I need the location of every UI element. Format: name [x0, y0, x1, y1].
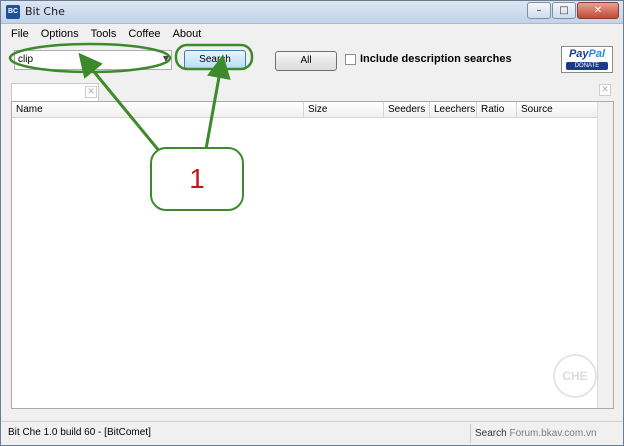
close-all-tabs-icon[interactable]: ✕	[599, 84, 611, 96]
column-name[interactable]: Name	[12, 102, 304, 118]
include-description-checkbox[interactable]	[345, 53, 356, 65]
bitche-watermark-logo: CHE	[553, 354, 597, 398]
bitche-app-icon: BC	[6, 5, 20, 19]
search-toolbar: clip ▼ Search All Include description se…	[1, 43, 623, 77]
results-table[interactable]: Name Size Seeders Leechers Ratio Source	[11, 101, 614, 409]
column-size[interactable]: Size	[304, 102, 384, 118]
menu-about[interactable]: About	[167, 28, 208, 40]
menu-file[interactable]: File	[5, 28, 35, 40]
paypal-logo: PayPal	[568, 48, 606, 60]
menu-options[interactable]: Options	[35, 28, 85, 40]
close-button[interactable]: ✕	[577, 2, 619, 19]
results-tab[interactable]: ✕	[11, 83, 99, 101]
window-controls: – □ ✕	[526, 2, 619, 19]
column-source[interactable]: Source	[517, 102, 598, 118]
results-tab-strip: ✕ ✕	[11, 83, 614, 101]
menu-bar: File Options Tools Coffee About	[1, 24, 623, 43]
window-title: Bit Che	[25, 5, 65, 18]
donate-label: DONATE	[566, 62, 608, 70]
status-search-label: Search	[475, 428, 507, 439]
results-table-header: Name Size Seeders Leechers Ratio Source	[12, 102, 613, 118]
step-callout: 1	[150, 147, 244, 211]
status-version: Bit Che 1.0 build 60 - [BitComet]	[8, 427, 151, 438]
minimize-button[interactable]: –	[527, 2, 551, 19]
search-button[interactable]: Search	[184, 50, 246, 70]
include-description-option[interactable]: Include description searches	[345, 53, 512, 65]
title-bar[interactable]: BC Bit Che – □ ✕	[1, 1, 623, 24]
paypal-donate-button[interactable]: PayPal DONATE	[561, 46, 613, 73]
results-scrollbar[interactable]	[597, 102, 613, 408]
column-seeders[interactable]: Seeders	[384, 102, 430, 118]
column-ratio[interactable]: Ratio	[477, 102, 517, 118]
tab-close-icon[interactable]: ✕	[85, 86, 97, 98]
search-input[interactable]: clip ▼	[14, 50, 172, 70]
chevron-down-icon[interactable]: ▼	[163, 54, 169, 63]
include-description-label[interactable]: Include description searches	[360, 53, 512, 65]
menu-coffee[interactable]: Coffee	[122, 28, 166, 40]
app-window: BC Bit Che – □ ✕ File Options Tools Coff…	[0, 0, 624, 446]
all-button[interactable]: All	[275, 51, 337, 71]
menu-tools[interactable]: Tools	[85, 28, 123, 40]
status-bar: Bit Che 1.0 build 60 - [BitComet] Search…	[1, 421, 623, 445]
forum-watermark: Forum.bkav.com.vn	[509, 428, 597, 439]
maximize-button[interactable]: □	[552, 2, 576, 19]
search-input-value: clip	[18, 54, 34, 65]
status-search-panel: Search Forum.bkav.com.vn	[470, 424, 618, 443]
column-leechers[interactable]: Leechers	[430, 102, 477, 118]
